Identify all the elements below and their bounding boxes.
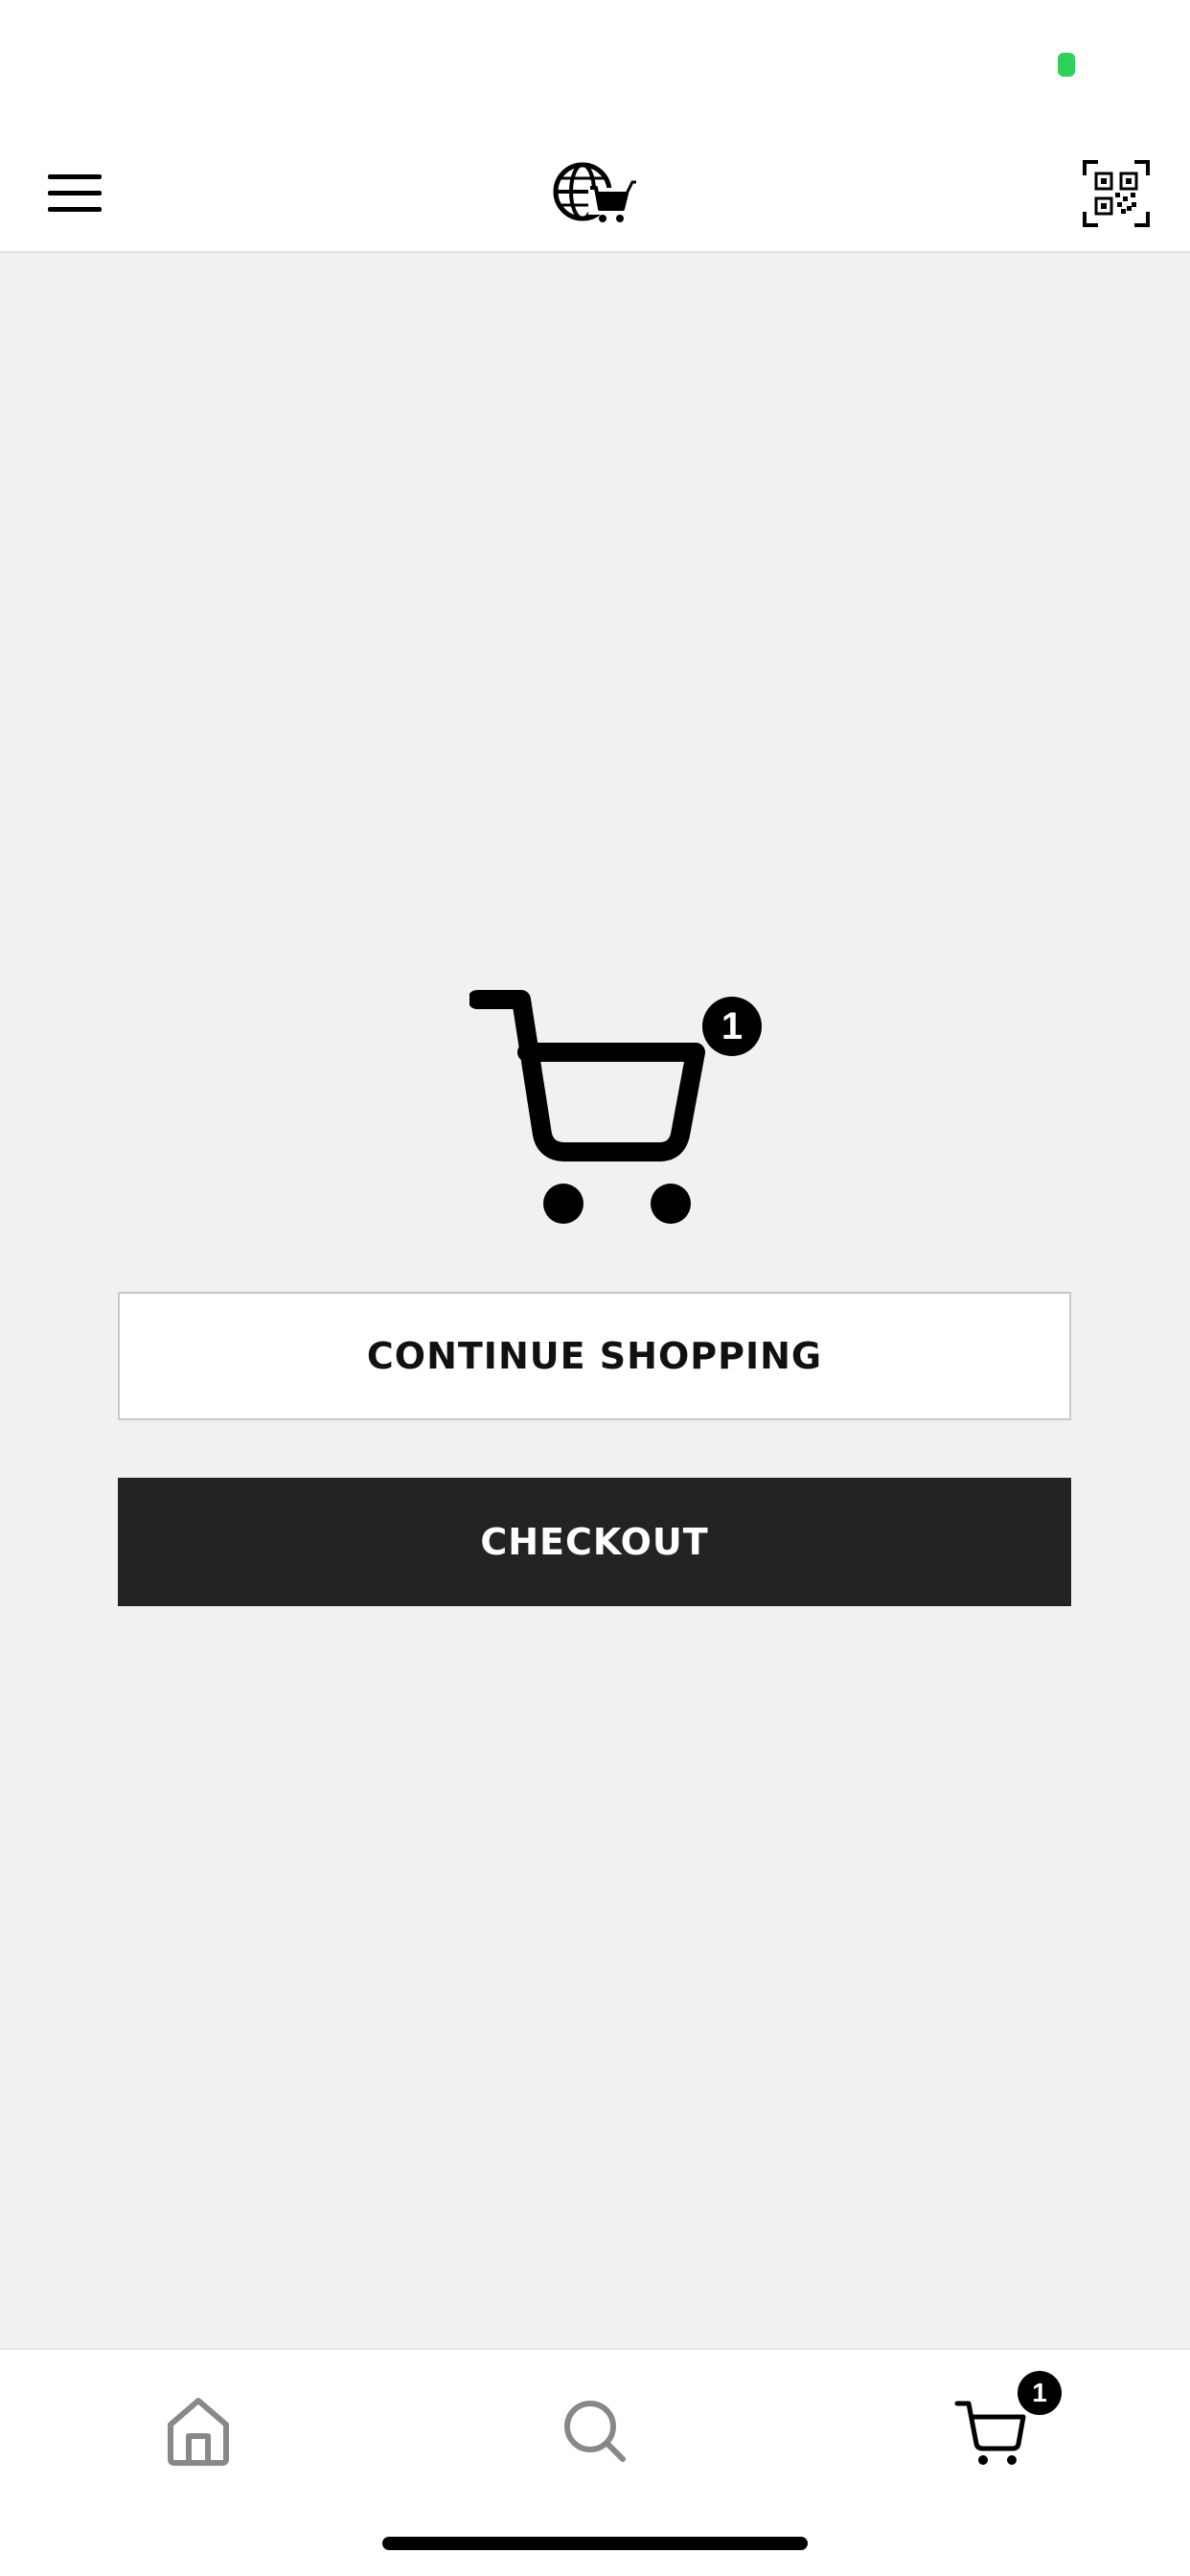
search-icon	[564, 2401, 626, 2462]
continue-shopping-button[interactable]: CONTINUE SHOPPING	[118, 1292, 1071, 1420]
qr-code-scan-icon	[1083, 160, 1150, 227]
tab-home[interactable]	[136, 2379, 261, 2484]
status-bar	[0, 0, 1190, 134]
home-indicator	[382, 2537, 808, 2550]
app-header	[0, 134, 1190, 253]
tab-search[interactable]	[533, 2379, 657, 2484]
tab-cart-badge: 1	[1018, 2371, 1062, 2415]
hamburger-menu-icon	[48, 174, 102, 212]
globe-cart-logo-icon	[553, 162, 636, 222]
logo[interactable]	[537, 149, 653, 239]
cart-count-badge: 1	[702, 997, 762, 1056]
checkout-button[interactable]: CHECKOUT	[118, 1478, 1071, 1606]
status-indicator-dot	[1058, 53, 1075, 77]
bottom-tab-bar: 1	[0, 2348, 1190, 2576]
home-icon	[168, 2398, 229, 2466]
cart-icon	[954, 2401, 1026, 2465]
menu-button[interactable]	[29, 153, 121, 234]
qr-scan-button[interactable]	[1064, 149, 1169, 239]
